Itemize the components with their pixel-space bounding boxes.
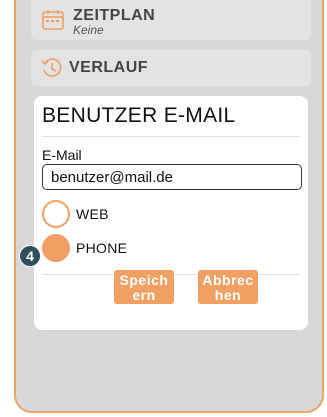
radio-option-phone[interactable]: PHONE <box>42 234 127 262</box>
zeitplan-subtitle: Keine <box>73 23 104 37</box>
menu-item-verlauf[interactable]: VERLAUF <box>31 50 311 86</box>
menu-item-zeitplan[interactable]: ZEITPLAN Keine <box>31 0 311 40</box>
radio-option-web[interactable]: WEB <box>42 200 109 228</box>
save-button[interactable]: Speich ern <box>114 270 174 304</box>
history-clock-icon <box>41 57 63 79</box>
radio-button-phone[interactable] <box>42 234 70 262</box>
step-badge: 4 <box>19 245 41 267</box>
email-field-label: E-Mail <box>42 147 82 163</box>
phone-frame: ZEITPLAN Keine VERLAUF BENUTZER E-MAIL E… <box>14 0 324 413</box>
verlauf-title: VERLAUF <box>69 59 149 76</box>
radio-label-phone: PHONE <box>76 240 128 256</box>
dialog-divider-top <box>42 136 300 137</box>
cancel-button[interactable]: Abbrec hen <box>198 270 258 304</box>
email-field[interactable] <box>42 164 302 190</box>
radio-label-web: WEB <box>76 206 109 222</box>
email-dialog: BENUTZER E-MAIL E-Mail WEB PHONE Speich … <box>34 96 308 330</box>
radio-button-web[interactable] <box>42 200 70 228</box>
calendar-icon <box>41 9 65 31</box>
dialog-title: BENUTZER E-MAIL <box>42 104 236 127</box>
